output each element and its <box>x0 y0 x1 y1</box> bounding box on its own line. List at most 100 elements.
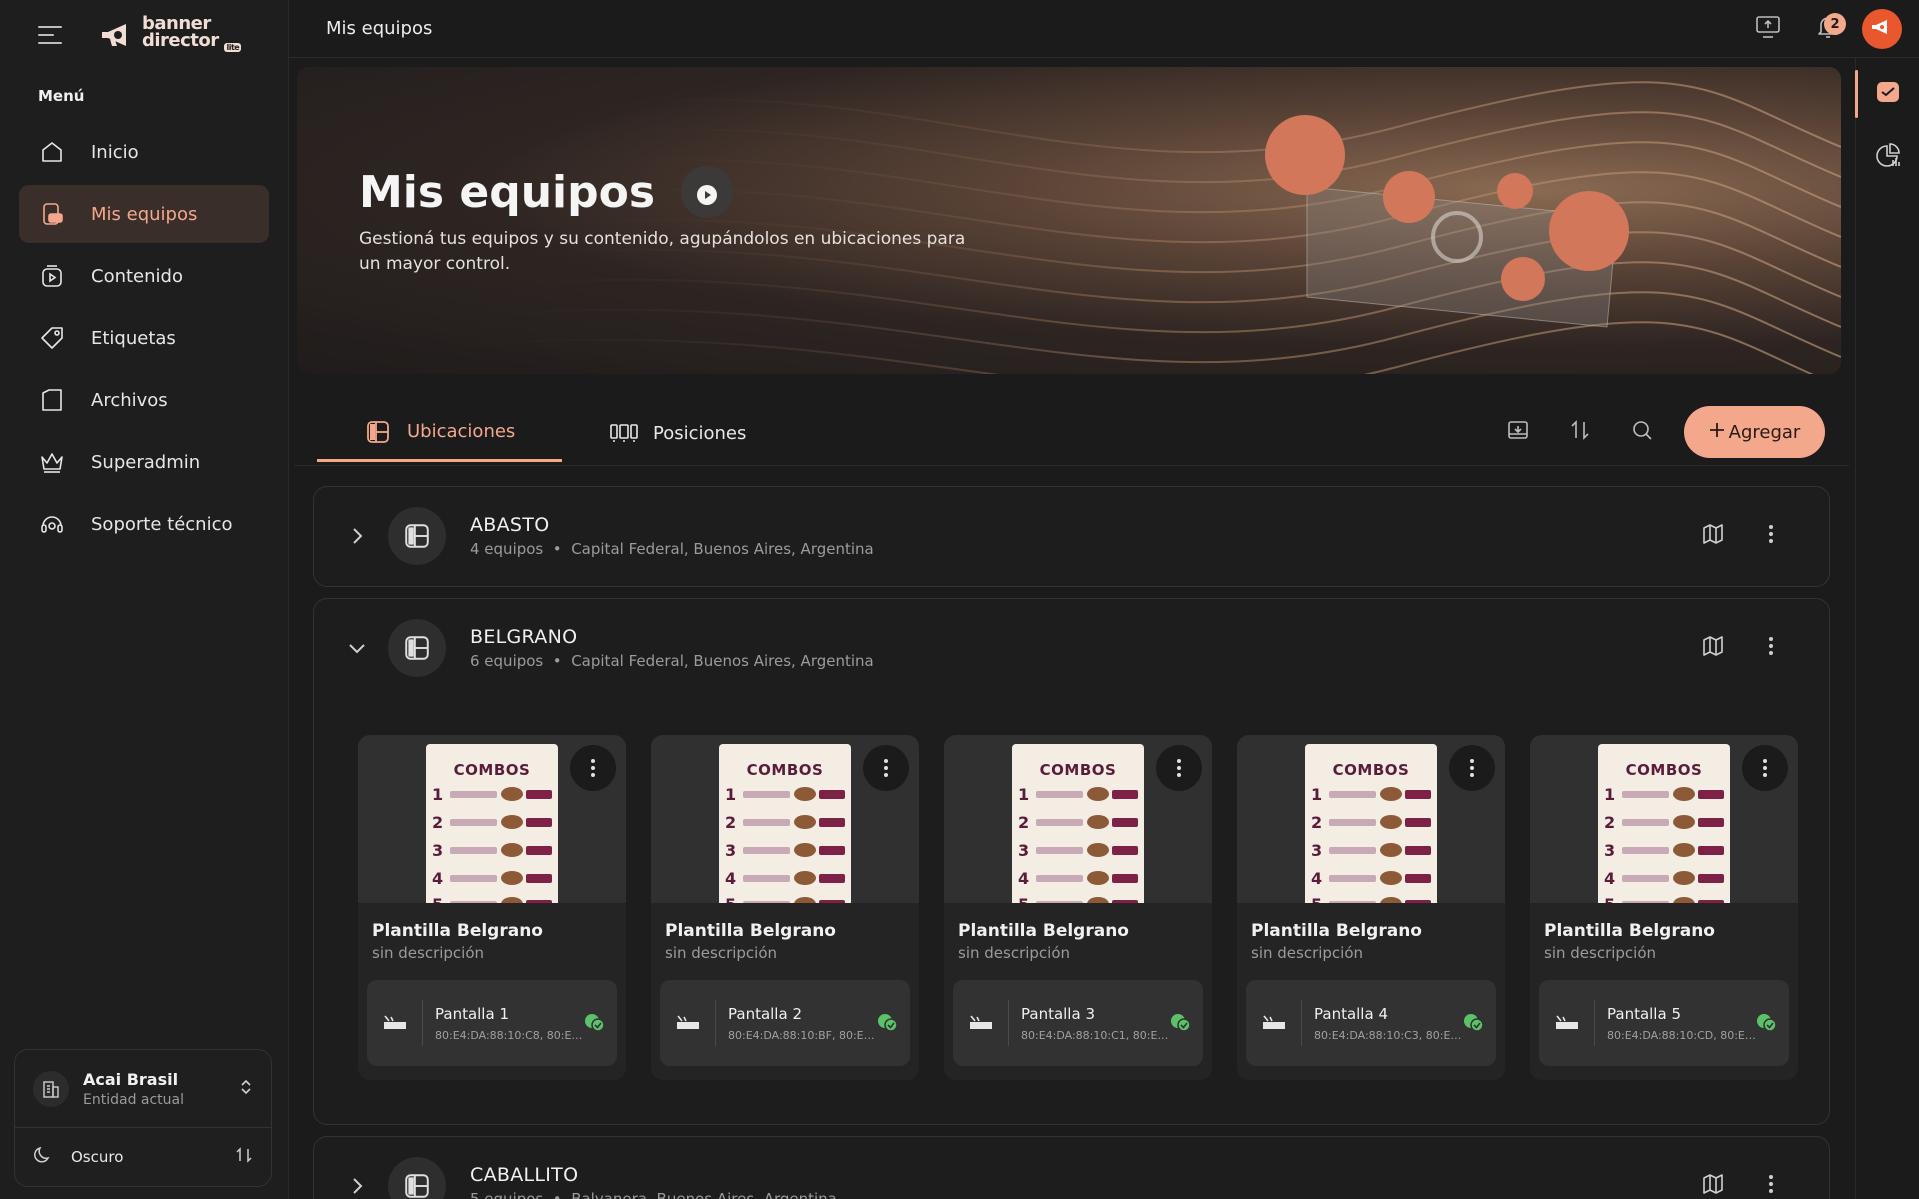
map-icon <box>1702 635 1724 661</box>
more-vertical-icon <box>1763 759 1767 777</box>
notifications-button[interactable]: 2 <box>1808 9 1848 49</box>
card-description: sin descripción <box>1251 944 1364 962</box>
logo[interactable]: banner director lite <box>98 14 242 56</box>
screen-name: Pantalla 4 <box>1314 1004 1388 1023</box>
card-more-button[interactable] <box>1156 745 1202 791</box>
more-vertical-icon <box>1177 759 1181 777</box>
map-icon <box>1702 1173 1724 1199</box>
device-card[interactable]: COMBOS 1 2 3 4 5 Plantilla Belgrano sin … <box>651 735 919 1080</box>
logo-text-line2-label: director <box>142 29 219 51</box>
card-more-button[interactable] <box>570 745 616 791</box>
poster-image: COMBOS 1 2 3 4 5 <box>1598 744 1730 903</box>
entity-selector[interactable]: Acai Brasil Entidad actual <box>15 1050 271 1128</box>
chevron-right-icon[interactable] <box>342 521 372 551</box>
location-meta: 5 equipos • Balvanera, Buenos Aires, Arg… <box>470 1190 837 1199</box>
hero-title-text: Mis equipos <box>359 166 656 218</box>
chevron-right-icon[interactable] <box>342 1171 372 1199</box>
sidebar-item-superadmin[interactable]: Superadmin <box>19 433 269 491</box>
sort-button[interactable] <box>1560 412 1600 452</box>
screen-mac: 80:E4:DA:88:10:C8, 80:E4:DA:88:10:C9 <box>435 1028 585 1042</box>
screen-mac: 80:E4:DA:88:10:C3, 80:E4:DA:88:10:C4 <box>1314 1028 1464 1042</box>
content-icon <box>38 262 66 290</box>
cast-button[interactable] <box>1748 9 1788 49</box>
notification-badge: 2 <box>1824 13 1846 35</box>
screen-item[interactable]: Pantalla 3 80:E4:DA:88:10:C1, 80:E4:DA:8… <box>953 980 1203 1066</box>
card-title: Plantilla Belgrano <box>1544 921 1715 941</box>
chevron-down-icon[interactable] <box>342 633 372 663</box>
tab-posiciones[interactable]: Posiciones <box>562 404 793 462</box>
device-card[interactable]: COMBOS 1 2 3 4 5 Plantilla Belgrano sin … <box>1237 735 1505 1080</box>
sidebar-item-label: Inicio <box>91 141 139 163</box>
cloud-check-icon <box>876 1012 898 1036</box>
location-count: 4 equipos <box>470 540 544 558</box>
location-icon <box>388 507 446 565</box>
sidebar-item-mis-equipos[interactable]: Mis equipos <box>19 185 269 243</box>
search-button[interactable] <box>1622 412 1662 452</box>
plus-icon <box>1709 422 1725 443</box>
avatar[interactable] <box>1862 9 1902 49</box>
building-icon <box>33 1070 69 1107</box>
sidebar-item-inicio[interactable]: Inicio <box>19 123 269 181</box>
poster-title: COMBOS <box>1332 761 1410 779</box>
sidebar-item-contenido[interactable]: Contenido <box>19 247 269 305</box>
view-tabs: Ubicaciones Posiciones <box>317 404 793 462</box>
rail-devices-button[interactable] <box>1855 62 1919 126</box>
sidebar-item-label: Soporte técnico <box>91 513 233 535</box>
sidebar-item-etiquetas[interactable]: Etiquetas <box>19 309 269 367</box>
card-more-button[interactable] <box>863 745 909 791</box>
sidebar-header: banner director lite <box>0 0 288 70</box>
map-button[interactable] <box>1695 518 1731 554</box>
sidebar-item-soporte[interactable]: Soporte técnico <box>19 495 269 553</box>
location-header[interactable]: CABALLITO 5 equipos • Balvanera, Buenos … <box>314 1137 1829 1199</box>
device-card[interactable]: COMBOS 1 2 3 4 5 Plantilla Belgrano sin … <box>944 735 1212 1080</box>
screen-mac: 80:E4:DA:88:10:CD, 80:E4:DA:88:10:CE <box>1607 1028 1757 1042</box>
screen-item[interactable]: Pantalla 4 80:E4:DA:88:10:C3, 80:E4:DA:8… <box>1246 980 1496 1066</box>
sidebar-item-label: Mis equipos <box>91 203 198 225</box>
location-more-button[interactable] <box>1753 630 1789 666</box>
card-title: Plantilla Belgrano <box>665 921 836 941</box>
player-device-icon <box>953 1000 1009 1046</box>
screen-item[interactable]: Pantalla 2 80:E4:DA:88:10:BF, 80:E4:DA:8… <box>660 980 910 1066</box>
add-button[interactable]: Agregar <box>1684 406 1825 458</box>
player-device-icon <box>367 1000 423 1046</box>
devices-icon <box>38 200 66 228</box>
card-title: Plantilla Belgrano <box>958 921 1129 941</box>
card-more-button[interactable] <box>1449 745 1495 791</box>
map-button[interactable] <box>1695 1168 1731 1199</box>
sidebar-item-label: Superadmin <box>91 451 201 473</box>
tab-ubicaciones[interactable]: Ubicaciones <box>317 404 562 462</box>
positions-icon <box>609 420 639 446</box>
hero-description: Gestioná tus equipos y su contenido, agu… <box>359 229 966 274</box>
device-card[interactable]: COMBOS 1 2 3 4 5 Plantilla Belgrano sin … <box>1530 735 1798 1080</box>
location-belgrano: BELGRANO 6 equipos • Capital Federal, Bu… <box>313 598 1830 1125</box>
menu-label: Menú <box>38 87 85 105</box>
home-icon <box>38 138 66 166</box>
card-more-button[interactable] <box>1742 745 1788 791</box>
location-header[interactable]: BELGRANO 6 equipos • Capital Federal, Bu… <box>314 599 1829 697</box>
card-thumbnail: COMBOS 1 2 3 4 5 <box>944 735 1212 903</box>
location-meta: 6 equipos • Capital Federal, Buenos Aire… <box>470 652 874 670</box>
rail-reports-button[interactable] <box>1856 126 1919 190</box>
search-icon <box>1631 419 1653 445</box>
page-title: Mis equipos <box>326 18 433 39</box>
screen-name: Pantalla 1 <box>435 1004 509 1023</box>
location-header[interactable]: ABASTO 4 equipos • Capital Federal, Buen… <box>314 487 1829 585</box>
location-more-button[interactable] <box>1753 518 1789 554</box>
location-place: Capital Federal, Buenos Aires, Argentina <box>571 652 874 670</box>
theme-toggle[interactable]: Oscuro <box>15 1128 271 1186</box>
screen-item[interactable]: Pantalla 1 80:E4:DA:88:10:C8, 80:E4:DA:8… <box>367 980 617 1066</box>
location-meta-separator: • <box>552 540 562 558</box>
support-icon <box>38 510 66 538</box>
moon-icon <box>33 1145 53 1169</box>
hero-play-button[interactable] <box>681 166 734 218</box>
folder-icon <box>38 386 66 414</box>
screen-item[interactable]: Pantalla 5 80:E4:DA:88:10:CD, 80:E4:DA:8… <box>1539 980 1789 1066</box>
sidebar-item-archivos[interactable]: Archivos <box>19 371 269 429</box>
map-button[interactable] <box>1695 630 1731 666</box>
menu-toggle-icon[interactable] <box>38 26 62 44</box>
swap-icon <box>235 1146 253 1168</box>
device-card[interactable]: COMBOS 1 2 3 4 5 Plantilla Belgrano sin … <box>358 735 626 1080</box>
location-more-button[interactable] <box>1753 1168 1789 1199</box>
gallery-view-button[interactable] <box>1498 412 1538 452</box>
location-place: Capital Federal, Buenos Aires, Argentina <box>571 540 874 558</box>
